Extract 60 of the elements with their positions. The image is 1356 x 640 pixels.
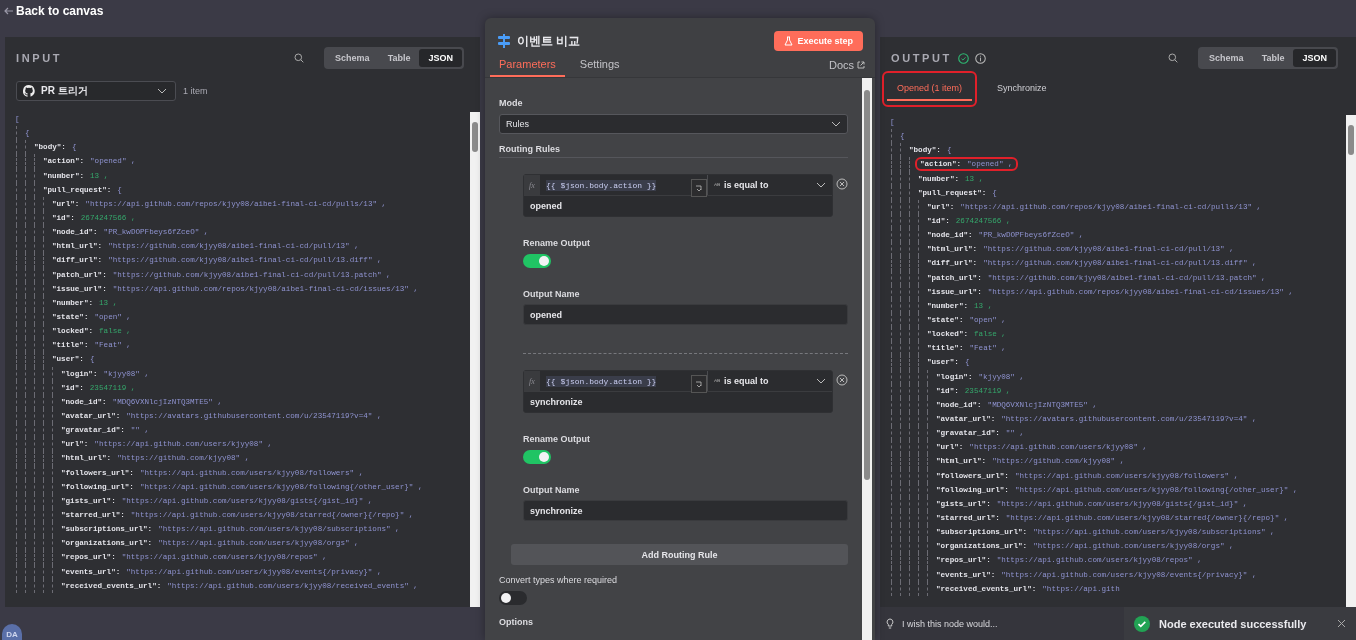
field-label: Convert types where required — [499, 575, 619, 585]
search-icon[interactable] — [1168, 53, 1179, 63]
scrollbar[interactable] — [1346, 115, 1356, 607]
convert-types-toggle[interactable] — [499, 591, 527, 605]
close-icon[interactable] — [1337, 619, 1346, 628]
mode-select[interactable]: Rules — [499, 114, 848, 134]
flask-icon — [784, 36, 794, 46]
field-label: Output Name — [523, 485, 581, 495]
output-branch-tab[interactable]: Synchronize — [987, 76, 1057, 101]
scrollbar[interactable] — [470, 112, 480, 607]
expression-field[interactable]: {{ $json.body.action }} — [540, 371, 691, 391]
node-title: 이벤트 비교 — [517, 32, 581, 50]
chevron-down-icon — [831, 121, 841, 127]
view-tab[interactable]: Schema — [1200, 49, 1253, 67]
view-tab[interactable]: Table — [1252, 49, 1294, 67]
toast-message: Node executed successfully — [1159, 617, 1308, 630]
panel-title: INPUT — [16, 52, 62, 64]
panel-title: OUTPUT — [891, 52, 952, 64]
back-arrow-icon[interactable] — [3, 5, 15, 17]
expression-label: fx — [524, 371, 540, 391]
chevron-down-icon — [157, 88, 167, 94]
view-tab[interactable]: JSON — [1293, 49, 1336, 67]
expression-field[interactable]: {{ $json.body.action }} — [540, 175, 691, 195]
scrollbar[interactable] — [862, 78, 872, 640]
section-heading: Routing Rules — [499, 144, 848, 158]
field-label: Rename Output — [523, 238, 591, 248]
view-tab[interactable]: Table — [378, 49, 420, 67]
check-circle-icon — [1134, 615, 1150, 632]
output-name-field[interactable]: synchronize — [523, 500, 848, 521]
switch-node-icon — [497, 34, 511, 48]
view-tab[interactable]: JSON — [419, 49, 462, 67]
chevron-down-icon — [816, 182, 826, 188]
node-select[interactable]: PR 트리거 — [16, 81, 176, 101]
check-circle-icon — [957, 52, 969, 64]
output-branch-tab[interactable]: Opened (1 item) — [887, 76, 973, 101]
settings-tab[interactable]: Settings — [570, 58, 629, 77]
field-label: Mode — [499, 98, 524, 108]
value-field[interactable]: opened — [524, 196, 832, 216]
field-label: Output Name — [523, 289, 581, 299]
section-heading: Options — [499, 617, 534, 627]
field-label: Rename Output — [523, 434, 591, 444]
output-name-field[interactable]: opened — [523, 304, 848, 325]
info-icon[interactable] — [974, 52, 986, 64]
expression-label: fx — [524, 175, 540, 195]
search-icon[interactable] — [294, 53, 305, 63]
external-link-icon — [857, 61, 865, 69]
back-to-canvas-link[interactable]: Back to canvas — [16, 4, 104, 18]
item-count: 1 item — [183, 86, 208, 96]
github-icon — [23, 85, 35, 97]
value-field[interactable]: synchronize — [524, 392, 832, 412]
rename-toggle[interactable] — [523, 254, 551, 268]
remove-rule-icon[interactable] — [836, 178, 848, 190]
view-tab[interactable]: Schema — [326, 49, 379, 67]
chevron-down-icon — [816, 378, 826, 384]
docs-link[interactable]: Docs — [828, 59, 865, 77]
add-routing-rule-button[interactable]: Add Routing Rule — [511, 544, 848, 565]
remove-rule-icon[interactable] — [836, 374, 848, 386]
rename-toggle[interactable] — [523, 450, 551, 464]
feedback-bar[interactable]: I wish this node would... — [880, 607, 1124, 640]
lightbulb-icon — [886, 618, 894, 629]
